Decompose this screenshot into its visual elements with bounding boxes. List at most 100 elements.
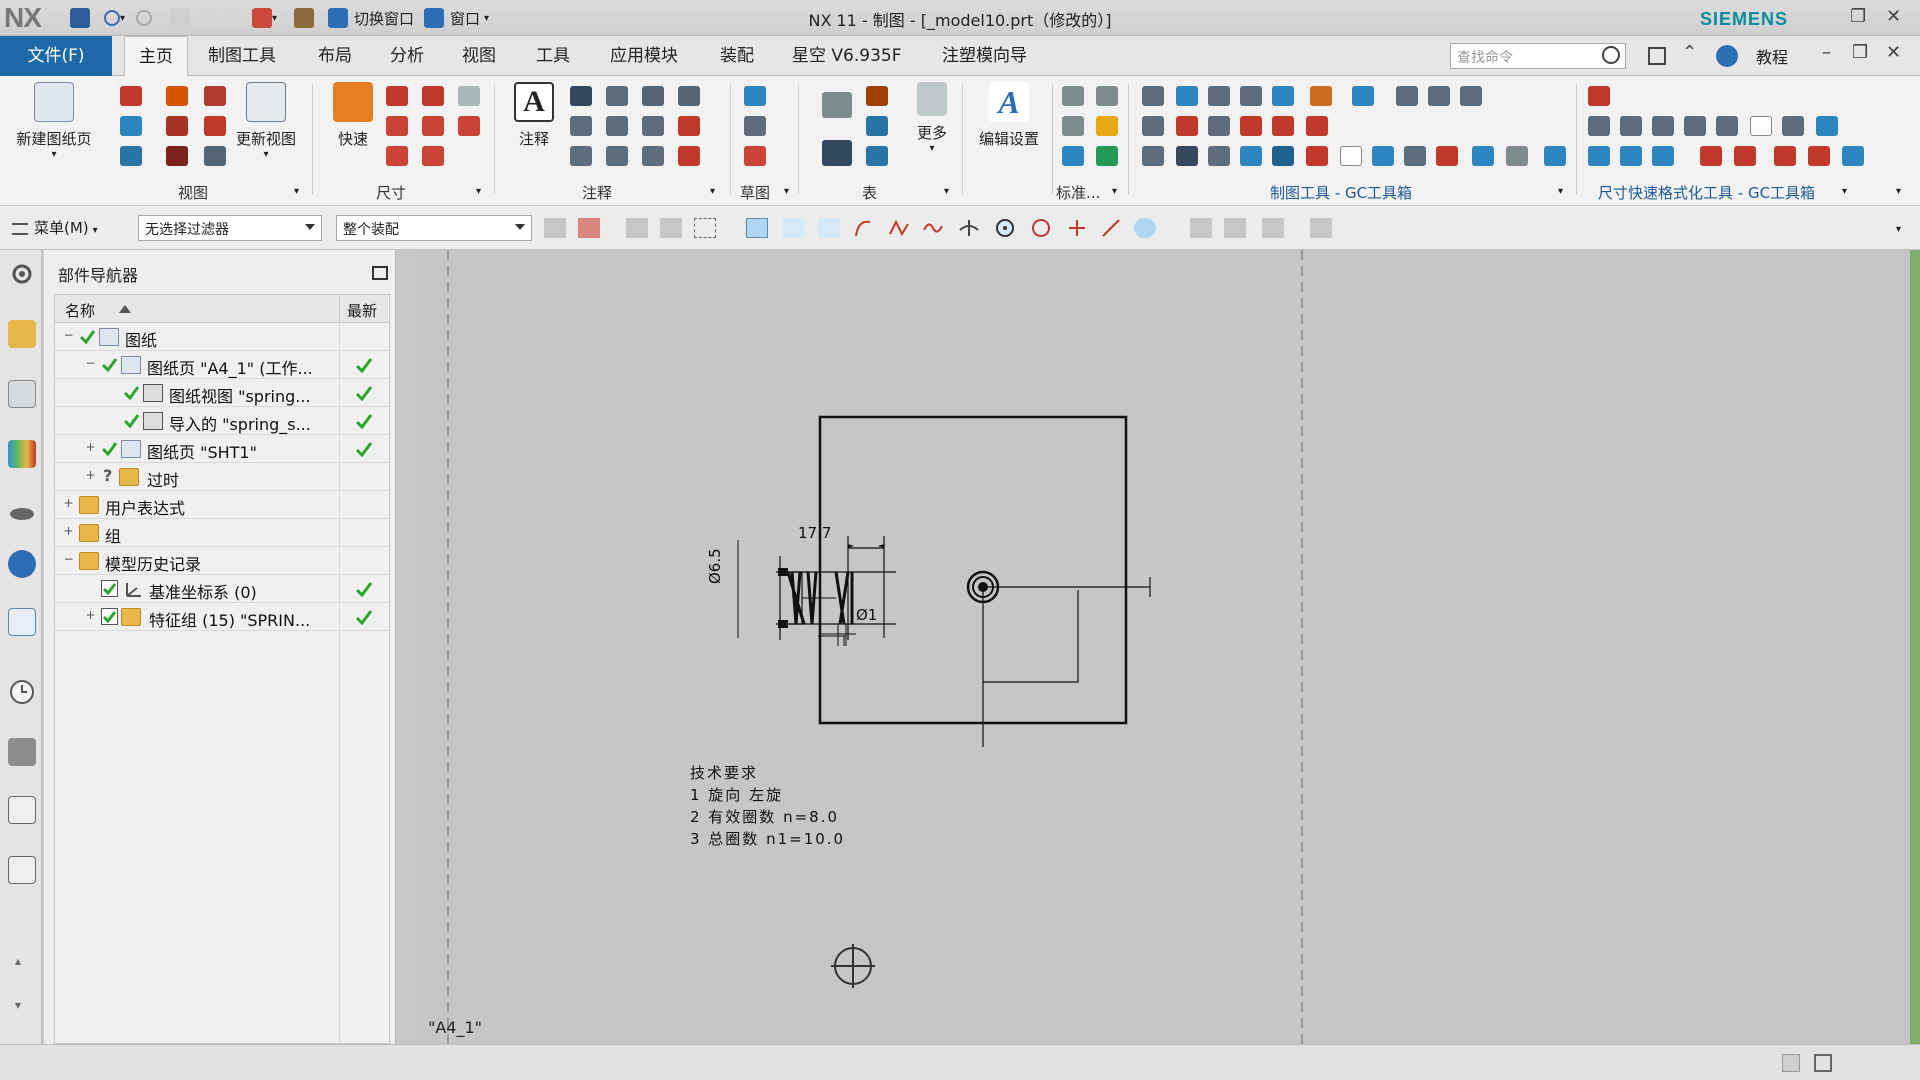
- gc-tool-icon[interactable]: [1460, 86, 1482, 106]
- gc-tool-icon[interactable]: [1208, 146, 1230, 166]
- rapid-dimension-button[interactable]: 快速: [322, 82, 384, 149]
- tree-row-groups[interactable]: + 组: [55, 519, 389, 547]
- command-search-input[interactable]: 查找命令: [1450, 43, 1626, 69]
- fullscreen-icon[interactable]: [1648, 47, 1666, 65]
- part-navigator-icon[interactable]: [8, 380, 36, 408]
- roles-icon[interactable]: [8, 796, 36, 824]
- gc-dim-icon[interactable]: [1588, 116, 1610, 136]
- symbol-library-icon[interactable]: [1096, 116, 1118, 136]
- gc-dim-icon[interactable]: [1816, 116, 1838, 136]
- gc-dim-icon[interactable]: [1588, 86, 1610, 106]
- dimension-wire-diameter[interactable]: Ø1: [856, 606, 877, 624]
- gc-tool-icon[interactable]: [1272, 116, 1294, 136]
- spline-point-icon[interactable]: [922, 218, 944, 238]
- tree-row-outdated[interactable]: + ? 过时: [55, 463, 389, 491]
- tree-row-datum-csys[interactable]: 基准坐标系 (0): [55, 575, 389, 603]
- gc-tool-icon[interactable]: [1176, 116, 1198, 136]
- view-layout-icon[interactable]: [1224, 218, 1246, 238]
- collapse-icon[interactable]: −: [63, 329, 74, 342]
- area-fill-icon[interactable]: [678, 116, 700, 136]
- gc-tool-icon[interactable]: [1404, 146, 1426, 166]
- tutorial-link[interactable]: 教程: [1756, 44, 1788, 68]
- surface-finish-icon[interactable]: [606, 116, 628, 136]
- perimeter-dimension-icon[interactable]: [386, 146, 408, 166]
- select-all-icon[interactable]: [578, 218, 600, 238]
- gc-dim-icon[interactable]: [1588, 146, 1610, 166]
- gc-tool-icon[interactable]: [1306, 116, 1328, 136]
- gc-tool-icon[interactable]: [1544, 146, 1566, 166]
- close-doc-icon[interactable]: ✕: [1886, 42, 1901, 63]
- group-gc-dim-more-icon[interactable]: ▾: [1842, 186, 1847, 197]
- selection-filter-dropdown[interactable]: 无选择过滤器: [138, 215, 322, 241]
- dimension-outer-diameter[interactable]: Ø6.5: [706, 548, 724, 584]
- gc-settings-icon[interactable]: [1506, 146, 1528, 166]
- tab-view[interactable]: 视图: [448, 36, 510, 76]
- tab-xingkong[interactable]: 星空 V6.935F: [778, 36, 915, 76]
- existing-point-icon[interactable]: [1066, 218, 1088, 238]
- gc-tool-icon[interactable]: [1306, 146, 1328, 166]
- gc-tool-icon[interactable]: [1240, 86, 1262, 106]
- point-on-curve-icon[interactable]: [1100, 218, 1122, 238]
- tree-row-model-history[interactable]: − 模型历史记录: [55, 547, 389, 575]
- ordinate-dimension-icon[interactable]: [422, 146, 444, 166]
- help-icon[interactable]: [1716, 45, 1738, 67]
- gc-tool-icon[interactable]: [1142, 146, 1164, 166]
- group-gc-tools-more-icon[interactable]: ▾: [1558, 186, 1563, 197]
- linear-dimension-icon[interactable]: [386, 86, 408, 106]
- point-on-surface-icon[interactable]: [1134, 218, 1156, 238]
- gc-tool-icon[interactable]: [1142, 116, 1164, 136]
- assembly-navigator-icon[interactable]: [8, 320, 36, 348]
- view-style-icon[interactable]: [120, 146, 142, 166]
- gc-dim-icon[interactable]: [1652, 146, 1674, 166]
- checkbox-checked[interactable]: [101, 580, 118, 597]
- gc-tool-icon[interactable]: [1240, 116, 1262, 136]
- group-annotation-more-icon[interactable]: ▾: [710, 186, 715, 197]
- ribbon-options-icon[interactable]: ▾: [1896, 186, 1901, 197]
- image-icon[interactable]: [606, 146, 628, 166]
- expand-icon[interactable]: +: [85, 609, 96, 622]
- end-point-icon[interactable]: [782, 218, 804, 238]
- auto-balloon-icon[interactable]: [866, 146, 888, 166]
- gc-dim-icon[interactable]: [1620, 116, 1642, 136]
- tab-mold-wizard[interactable]: 注塑模向导: [928, 36, 1041, 76]
- standard-tool-icon[interactable]: [1062, 86, 1084, 106]
- more-button[interactable]: 更多 ▾: [908, 82, 956, 154]
- collapse-ribbon-icon[interactable]: ⌃: [1682, 42, 1697, 63]
- chamfer-dimension-icon[interactable]: [386, 116, 408, 136]
- gc-tool-icon[interactable]: [1396, 86, 1418, 106]
- menu-button[interactable]: 菜单(M) ▾: [12, 217, 98, 238]
- gc-dim-icon[interactable]: [1652, 116, 1674, 136]
- scroll-down-icon[interactable]: ▾: [15, 998, 21, 1012]
- expand-icon[interactable]: +: [85, 469, 96, 482]
- system-materials-icon[interactable]: [8, 856, 36, 884]
- tab-assembly[interactable]: 装配: [706, 36, 768, 76]
- tree-row-feature-group[interactable]: + 特征组 (15) "SPRIN...: [55, 603, 389, 631]
- update-views-button[interactable]: 更新视图 ▾: [228, 82, 304, 160]
- gc-dim-icon[interactable]: [1734, 146, 1756, 166]
- column-divider[interactable]: [339, 295, 340, 323]
- base-view-icon[interactable]: [120, 86, 142, 106]
- symmetry-centerline-icon[interactable]: [642, 116, 664, 136]
- collapse-icon[interactable]: −: [63, 553, 74, 566]
- gc-tool-icon[interactable]: [1372, 146, 1394, 166]
- parts-list-icon[interactable]: [866, 116, 888, 136]
- gc-tool-icon[interactable]: [1428, 86, 1450, 106]
- view-create-icon[interactable]: [204, 146, 226, 166]
- thickness-dimension-icon[interactable]: [422, 116, 444, 136]
- table-icon[interactable]: [822, 140, 852, 166]
- view-boundary-icon[interactable]: [204, 116, 226, 136]
- quadrant-icon[interactable]: [1030, 218, 1052, 238]
- full-screen-icon[interactable]: [1814, 1054, 1832, 1072]
- process-studio-icon[interactable]: [8, 738, 36, 766]
- fastener-icon[interactable]: [1096, 146, 1118, 166]
- gc-tool-icon[interactable]: [1472, 146, 1494, 166]
- weld-symbol-icon[interactable]: [570, 116, 592, 136]
- restore-window-icon[interactable]: ❐: [1850, 6, 1866, 27]
- column-header-name[interactable]: 名称: [65, 300, 95, 321]
- control-point-icon[interactable]: [888, 218, 910, 238]
- intersection-icon[interactable]: [958, 218, 980, 238]
- tab-analysis[interactable]: 分析: [376, 36, 438, 76]
- angular-dimension-icon[interactable]: [458, 86, 480, 106]
- history-icon[interactable]: [8, 608, 36, 636]
- gc-tool-icon[interactable]: [1142, 86, 1164, 106]
